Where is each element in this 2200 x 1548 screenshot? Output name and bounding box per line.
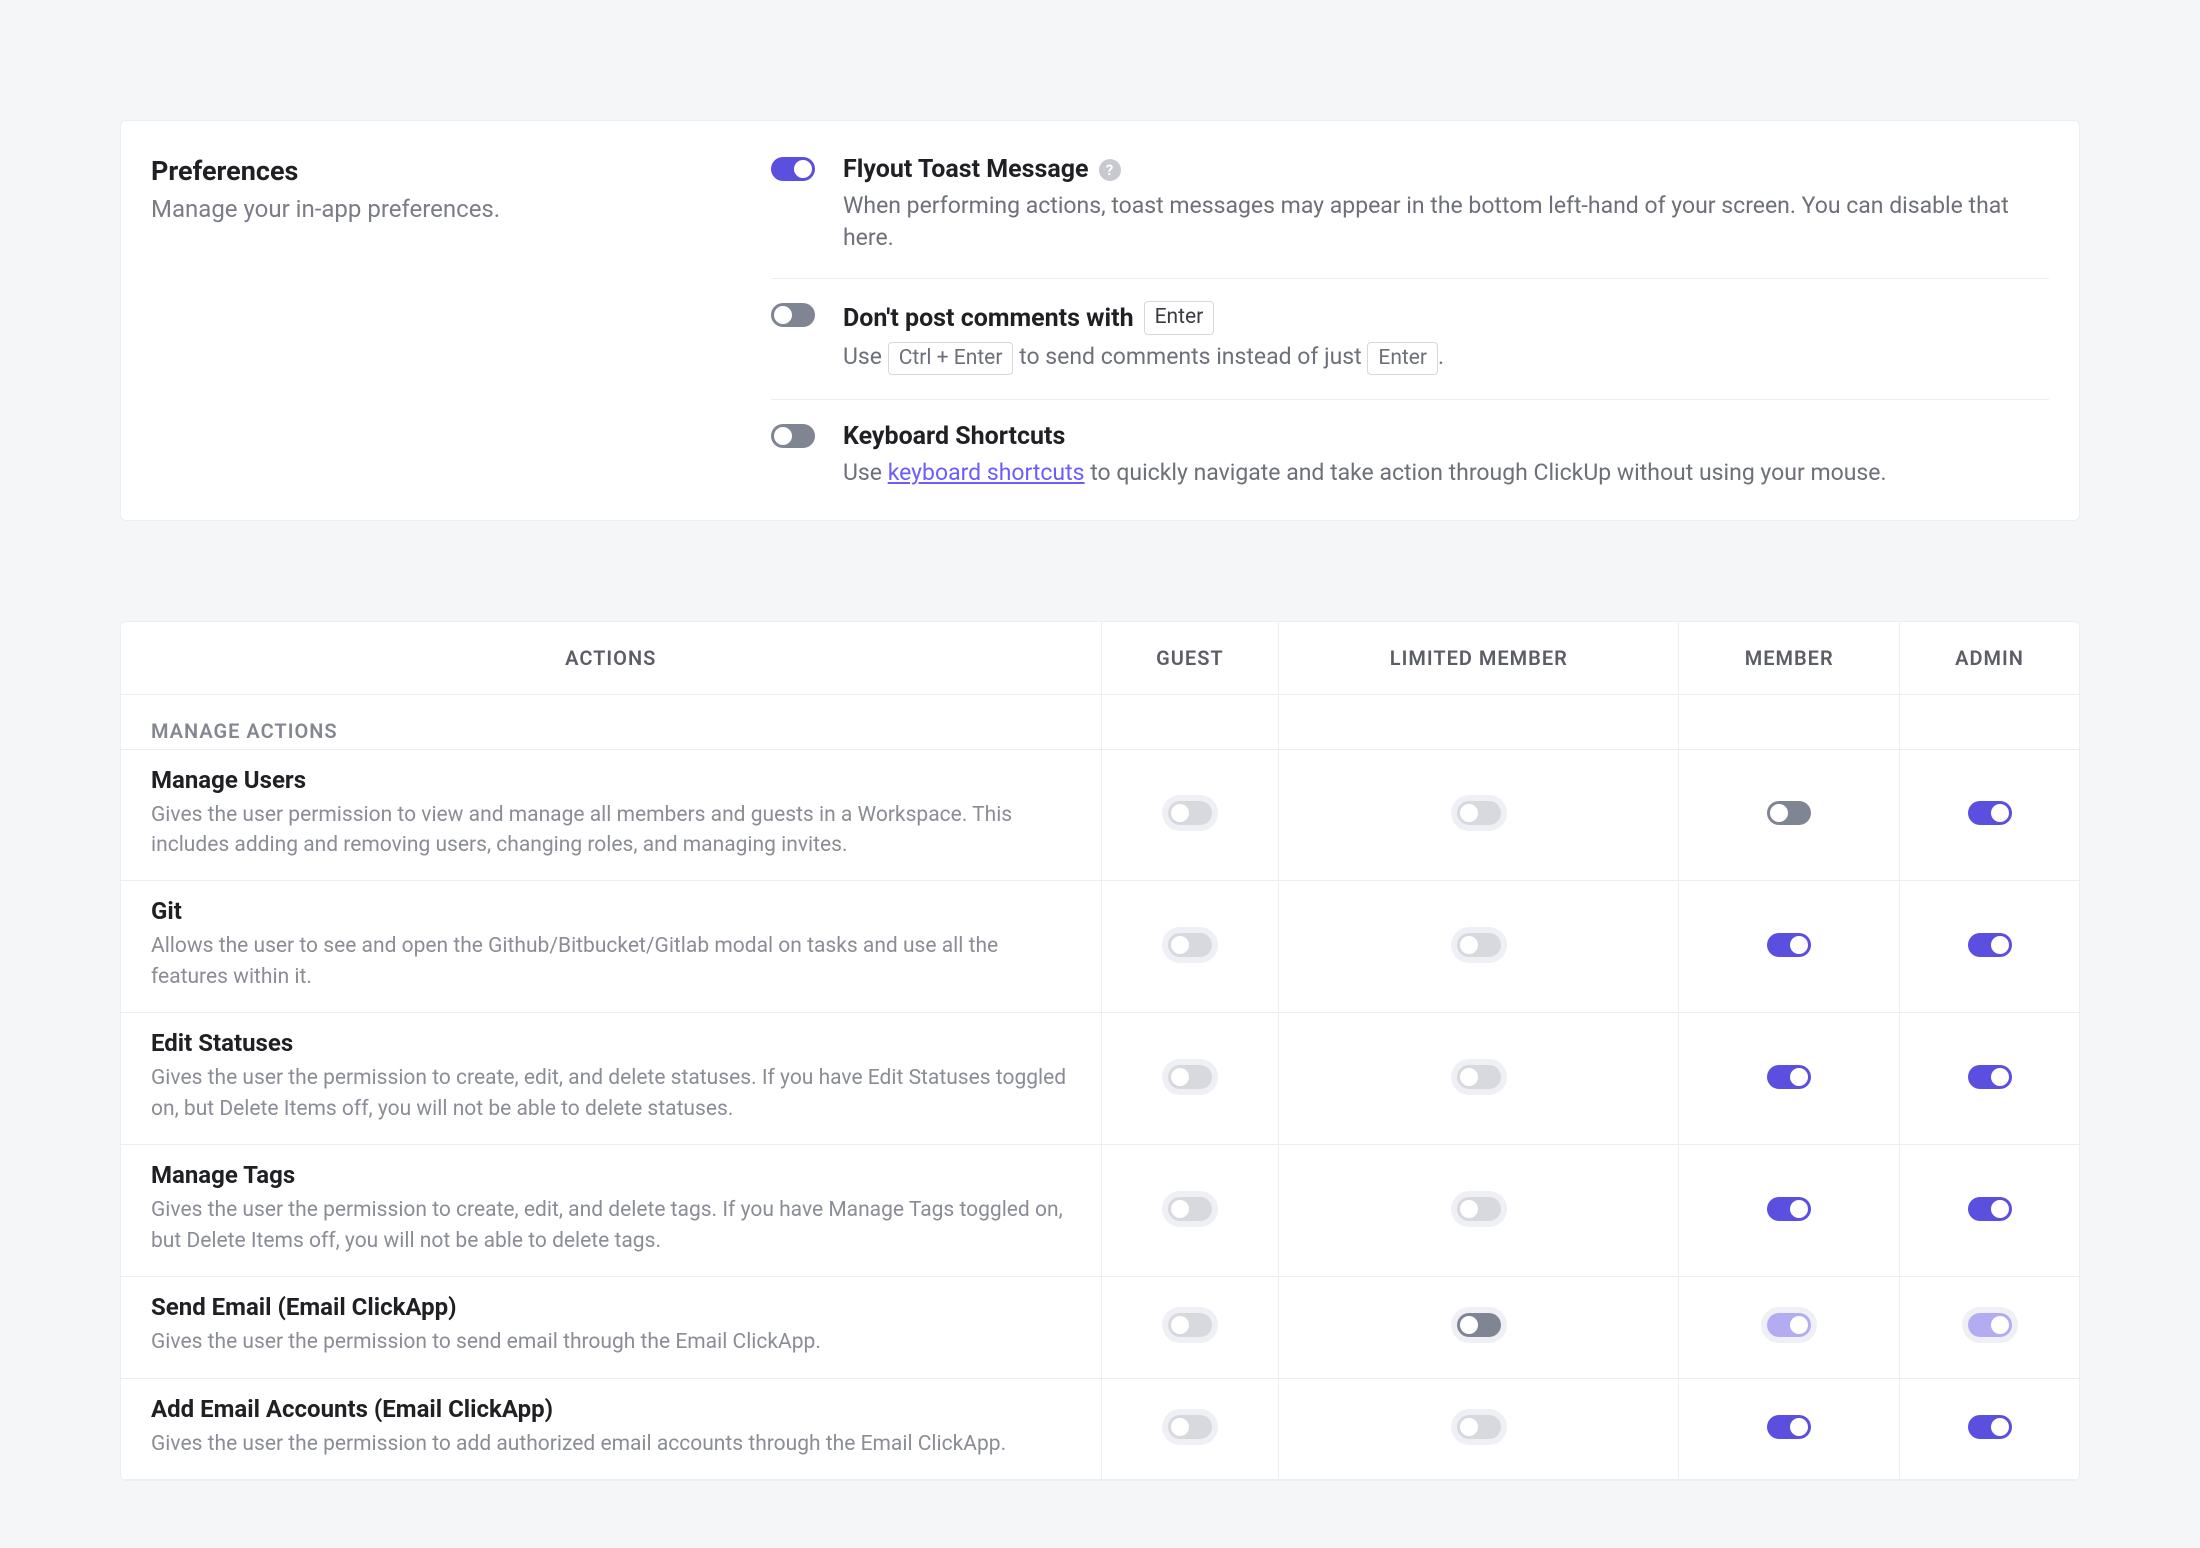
pref-row: Don't post comments withEnter Use Ctrl + … (771, 279, 2049, 400)
preferences-header: Preferences Manage your in-app preferenc… (151, 155, 771, 494)
permission-title: Manage Tags (151, 1161, 1071, 1189)
preferences-subtitle: Manage your in-app preferences. (151, 195, 771, 223)
permission-title: Manage Users (151, 766, 1071, 794)
permission-row: Git Allows the user to see and open the G… (121, 881, 2079, 1013)
perm-toggle-r4-c1[interactable] (1457, 1313, 1501, 1337)
section-label: MANAGE ACTIONS (121, 694, 1101, 749)
pref-heading: Keyboard Shortcuts (843, 422, 2049, 451)
permission-title: Add Email Accounts (Email ClickApp) (151, 1395, 1071, 1423)
permission-description: Gives the user the permission to add aut… (151, 1429, 1071, 1459)
permission-row: Add Email Accounts (Email ClickApp) Gives… (121, 1378, 2079, 1479)
pref-row: Flyout Toast Message? When performing act… (771, 155, 2049, 279)
pref-description: Use keyboard shortcuts to quickly naviga… (843, 457, 2049, 489)
perm-toggle-r1-c2[interactable] (1767, 933, 1811, 957)
perm-toggle-r3-c1[interactable] (1457, 1197, 1501, 1221)
pref-link[interactable]: keyboard shortcuts (888, 459, 1085, 486)
permission-title: Send Email (Email ClickApp) (151, 1293, 1071, 1321)
perm-toggle-r0-c1[interactable] (1457, 801, 1501, 825)
permission-row: Manage Users Gives the user permission to… (121, 749, 2079, 881)
permissions-panel: ACTIONSGUESTLIMITED MEMBERMEMBERADMIN MA… (120, 621, 2080, 1481)
perm-toggle-r1-c1[interactable] (1457, 933, 1501, 957)
perm-toggle-r2-c3[interactable] (1968, 1065, 2012, 1089)
help-icon[interactable]: ? (1099, 159, 1121, 181)
perm-toggle-r4-c3[interactable] (1968, 1313, 2012, 1337)
permission-description: Allows the user to see and open the Gith… (151, 931, 1071, 992)
col-header-role: ADMIN (1900, 622, 2079, 695)
permission-description: Gives the user permission to view and ma… (151, 800, 1071, 861)
pref-description: Use Ctrl + Enter to send comments instea… (843, 341, 2049, 376)
perm-toggle-r2-c1[interactable] (1457, 1065, 1501, 1089)
pref-row: Keyboard Shortcuts Use keyboard shortcuts… (771, 400, 2049, 493)
permission-row: Edit Statuses Gives the user the permissi… (121, 1013, 2079, 1145)
kbd-key: Enter (1367, 342, 1438, 376)
permissions-header-row: ACTIONSGUESTLIMITED MEMBERMEMBERADMIN (121, 622, 2079, 695)
pref-toggle-2[interactable] (771, 424, 815, 448)
permission-description: Gives the user the permission to create,… (151, 1063, 1071, 1124)
perm-toggle-r0-c3[interactable] (1968, 801, 2012, 825)
perm-toggle-r3-c0[interactable] (1168, 1197, 1212, 1221)
pref-toggle-1[interactable] (771, 303, 815, 327)
perm-toggle-r4-c0[interactable] (1168, 1313, 1212, 1337)
pref-toggle-0[interactable] (771, 157, 815, 181)
perm-toggle-r1-c3[interactable] (1968, 933, 2012, 957)
perm-toggle-r2-c2[interactable] (1767, 1065, 1811, 1089)
col-header-actions: ACTIONS (121, 622, 1101, 695)
perm-toggle-r1-c0[interactable] (1168, 933, 1212, 957)
pref-heading: Don't post comments withEnter (843, 301, 2049, 335)
permission-title: Git (151, 897, 1071, 925)
pref-description: When performing actions, toast messages … (843, 190, 2049, 254)
col-header-role: MEMBER (1679, 622, 1900, 695)
preferences-panel: Preferences Manage your in-app preferenc… (120, 120, 2080, 521)
permission-title: Edit Statuses (151, 1029, 1071, 1057)
perm-toggle-r2-c0[interactable] (1168, 1065, 1212, 1089)
permission-description: Gives the user the permission to send em… (151, 1327, 1071, 1357)
perm-toggle-r3-c3[interactable] (1968, 1197, 2012, 1221)
permissions-table: ACTIONSGUESTLIMITED MEMBERMEMBERADMIN MA… (121, 622, 2079, 1480)
kbd-key: Enter (1144, 301, 1215, 335)
perm-toggle-r0-c2[interactable] (1767, 801, 1811, 825)
perm-toggle-r5-c0[interactable] (1168, 1415, 1212, 1439)
perm-toggle-r5-c3[interactable] (1968, 1415, 2012, 1439)
pref-heading: Flyout Toast Message? (843, 155, 2049, 184)
col-header-role: GUEST (1101, 622, 1279, 695)
preferences-title: Preferences (151, 155, 771, 187)
perm-toggle-r0-c0[interactable] (1168, 801, 1212, 825)
perm-toggle-r5-c1[interactable] (1457, 1415, 1501, 1439)
perm-toggle-r3-c2[interactable] (1767, 1197, 1811, 1221)
permission-row: Manage Tags Gives the user the permission… (121, 1145, 2079, 1277)
permission-row: Send Email (Email ClickApp) Gives the use… (121, 1277, 2079, 1378)
perm-toggle-r4-c2[interactable] (1767, 1313, 1811, 1337)
perm-toggle-r5-c2[interactable] (1767, 1415, 1811, 1439)
preferences-list: Flyout Toast Message? When performing act… (771, 155, 2049, 494)
permission-description: Gives the user the permission to create,… (151, 1195, 1071, 1256)
kbd-key: Ctrl + Enter (888, 342, 1014, 376)
col-header-role: LIMITED MEMBER (1279, 622, 1679, 695)
